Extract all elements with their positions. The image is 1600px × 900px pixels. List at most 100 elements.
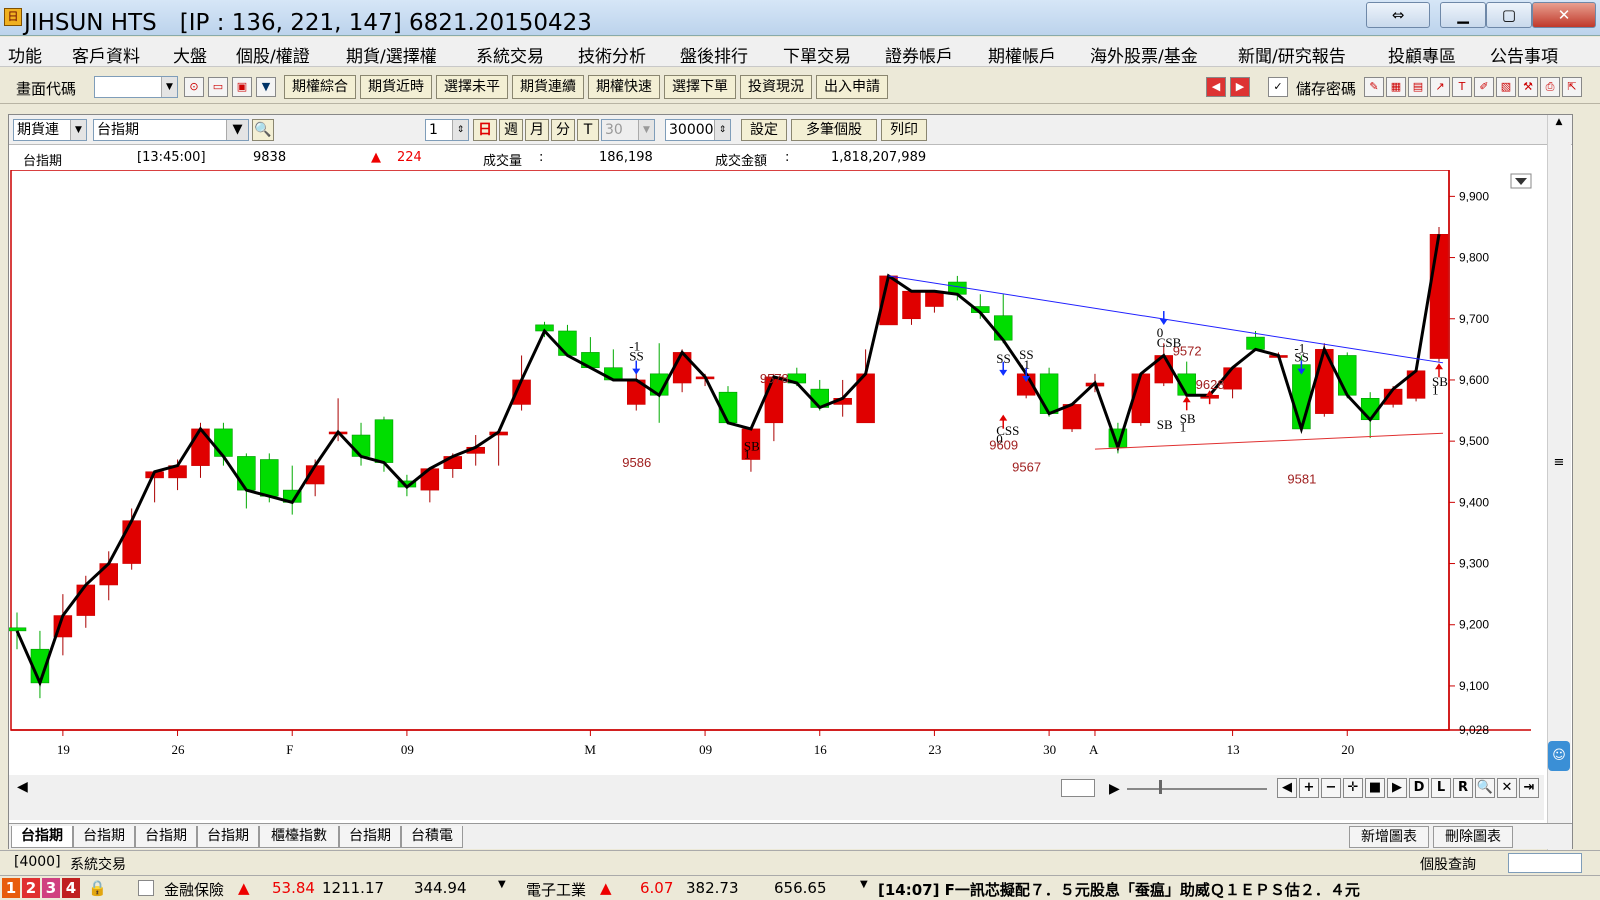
tools-icon[interactable]: ⚒: [1518, 77, 1538, 97]
multi-stock-button[interactable]: 多筆個股: [791, 119, 877, 141]
nav-end-icon[interactable]: ⇥: [1519, 778, 1539, 798]
menu-item-technical[interactable]: 技術分析: [578, 42, 646, 67]
period-tick-button[interactable]: T: [577, 119, 599, 141]
draw-icon[interactable]: ↗: [1430, 77, 1450, 97]
save-icon[interactable]: ▣: [232, 77, 252, 97]
zoom-in-icon[interactable]: +: [1299, 778, 1319, 798]
tab-otc-index[interactable]: 櫃檯指數: [259, 826, 339, 848]
menu-item-futures[interactable]: 期貨/選擇權: [346, 42, 437, 67]
day-d-button[interactable]: D: [1409, 778, 1429, 798]
magnify-icon[interactable]: 🔍: [1475, 778, 1495, 798]
menu-item-order[interactable]: 下單交易: [783, 42, 851, 67]
tab-chart-1[interactable]: 台指期: [11, 826, 73, 848]
log-l-button[interactable]: L: [1431, 778, 1451, 798]
period-day-button[interactable]: 日: [473, 119, 497, 141]
zoom-slider-thumb[interactable]: [1159, 780, 1162, 794]
investment-status-button[interactable]: 投資現況: [740, 75, 812, 99]
menu-item-market[interactable]: 大盤: [173, 42, 207, 67]
ticker-tab-2[interactable]: 2: [22, 878, 40, 898]
menu-item-ranking[interactable]: 盤後排行: [680, 42, 748, 67]
window-icon[interactable]: ▤: [1408, 77, 1428, 97]
menu-item-news[interactable]: 新聞/研究報告: [1238, 42, 1346, 67]
tab-chart-3[interactable]: 台指期: [135, 826, 197, 848]
close-button[interactable]: ✕: [1532, 2, 1596, 28]
futures-recent-button[interactable]: 期貨近時: [360, 75, 432, 99]
period-stepper[interactable]: 1 ⇕: [425, 119, 469, 141]
scroll-up-icon[interactable]: ▲: [1550, 117, 1568, 131]
maximize-button[interactable]: ▢: [1486, 2, 1532, 28]
options-order-button[interactable]: 選擇下單: [664, 75, 736, 99]
play-icon[interactable]: ▶: [1109, 781, 1120, 797]
settings-button[interactable]: 設定: [741, 119, 787, 141]
scroll-thumb-icon[interactable]: ≡: [1550, 455, 1568, 475]
options-quick-button[interactable]: 期權快速: [588, 75, 660, 99]
zoom-out-icon[interactable]: −: [1321, 778, 1341, 798]
options-open-button[interactable]: 選擇未平: [436, 75, 508, 99]
stock-query-input[interactable]: [1508, 853, 1582, 873]
arrow-right-icon[interactable]: ▶: [1230, 77, 1250, 97]
scroll-left-icon[interactable]: ◀: [17, 779, 28, 795]
magnifier-icon[interactable]: 🔍: [252, 119, 274, 141]
restore-arrows-button[interactable]: ⇔: [1366, 2, 1430, 28]
arrow-left-icon[interactable]: ◀: [1206, 77, 1226, 97]
menu-item-function[interactable]: 功能: [8, 42, 42, 67]
dropdown-icon[interactable]: ▼: [256, 77, 276, 97]
search-icon[interactable]: ⊙: [184, 77, 204, 97]
futures-continuous-button[interactable]: 期貨連續: [512, 75, 584, 99]
print-button[interactable]: 列印: [881, 119, 927, 141]
tab-chart-4[interactable]: 台指期: [197, 826, 259, 848]
reset-r-button[interactable]: R: [1453, 778, 1473, 798]
menu-item-stocks[interactable]: 個股/權證: [236, 42, 310, 67]
edit-icon[interactable]: ✐: [1474, 77, 1494, 97]
save-password-checkbox[interactable]: ✓: [1268, 77, 1288, 97]
minute-select[interactable]: 30 ▼: [601, 119, 655, 141]
menu-item-advisor[interactable]: 投顧專區: [1388, 42, 1456, 67]
menu-item-announcements[interactable]: 公告事項: [1490, 42, 1558, 67]
text-icon[interactable]: T: [1452, 77, 1472, 97]
symbol-input[interactable]: 台指期 ▼: [93, 119, 249, 141]
screen-code-combo[interactable]: ▼: [94, 76, 178, 98]
stop-icon[interactable]: ■: [1365, 778, 1385, 798]
chevron-down-icon[interactable]: ▼: [860, 879, 868, 890]
tab-chart-2[interactable]: 台指期: [73, 826, 135, 848]
period-week-button[interactable]: 週: [499, 119, 523, 141]
print-icon[interactable]: ⎙: [1540, 77, 1560, 97]
nav-start-icon[interactable]: ◀: [1277, 778, 1297, 798]
ticker-tab-4[interactable]: 4: [62, 878, 80, 898]
ticker-checkbox[interactable]: [138, 880, 154, 896]
add-chart-button[interactable]: 新增圖表: [1349, 826, 1429, 848]
period-minute-button[interactable]: 分: [551, 119, 575, 141]
options-summary-button[interactable]: 期權綜合: [284, 75, 356, 99]
menu-item-overseas[interactable]: 海外股票/基金: [1090, 42, 1198, 67]
menu-item-options-account[interactable]: 期權帳戶: [988, 42, 1056, 67]
type-select[interactable]: 期貨連 ▼: [13, 119, 87, 141]
chat-icon[interactable]: ▧: [1496, 77, 1516, 97]
nav-next-icon[interactable]: ▶: [1387, 778, 1407, 798]
period-month-button[interactable]: 月: [525, 119, 549, 141]
zoom-box[interactable]: [1061, 779, 1095, 797]
delete-chart-button[interactable]: 刪除圖表: [1433, 826, 1513, 848]
zoom-slider[interactable]: [1127, 788, 1267, 790]
pen-icon[interactable]: ✎: [1364, 77, 1384, 97]
menu-item-system-trading[interactable]: 系統交易: [476, 42, 544, 67]
minimize-button[interactable]: ▁: [1440, 2, 1486, 28]
menu-item-securities-account[interactable]: 證券帳戶: [885, 42, 953, 67]
tab-chart-6[interactable]: 台指期: [339, 826, 401, 848]
chevron-down-icon[interactable]: ▼: [498, 879, 506, 890]
grid-icon[interactable]: ▦: [1386, 77, 1406, 97]
folder-icon[interactable]: ▭: [208, 77, 228, 97]
news-ticker[interactable]: [14:07] F一訊芯擬配７．５元股息「蚕瘟」助威Ｑ１ＥＰＳ估２．４元: [878, 879, 1360, 900]
deposit-withdraw-button[interactable]: 出入申請: [816, 75, 888, 99]
candlestick-chart[interactable]: 9,900 9,800 9,700 9,600 9,500 9,400 9,300 9,200…: [9, 170, 1544, 775]
ticker-tab-1[interactable]: 1: [2, 878, 20, 898]
ticker-tab-3[interactable]: 3: [42, 878, 60, 898]
vertical-scrollbar[interactable]: ▲ ≡ ☺: [1547, 115, 1571, 850]
chat-bubble-icon[interactable]: ☺: [1548, 741, 1570, 771]
move-icon[interactable]: ✛: [1343, 778, 1363, 798]
close-x-icon[interactable]: ✕: [1497, 778, 1517, 798]
exit-icon[interactable]: ⇱: [1562, 77, 1582, 97]
count-stepper[interactable]: 30000 ⇕: [665, 119, 731, 141]
tab-tsmc[interactable]: 台積電: [401, 826, 463, 848]
menu-item-customer[interactable]: 客戶資料: [72, 42, 140, 67]
lock-icon[interactable]: 🔒: [88, 879, 107, 897]
